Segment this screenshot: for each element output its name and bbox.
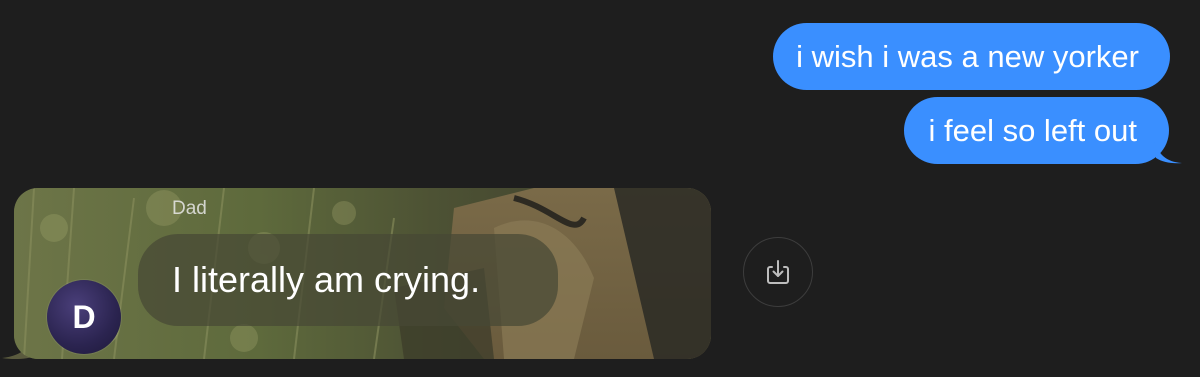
sender-name: Dad	[172, 198, 207, 219]
message-photo-background[interactable]: Dad I literally am crying. D	[14, 188, 711, 359]
outgoing-message-bubble[interactable]: i feel so left out	[904, 97, 1169, 164]
message-text: I literally am crying.	[172, 259, 481, 300]
outgoing-message-bubble[interactable]: i wish i was a new yorker	[773, 23, 1170, 90]
save-button[interactable]	[743, 237, 813, 307]
avatar-initial: D	[72, 298, 96, 335]
message-text: i wish i was a new yorker	[796, 39, 1139, 74]
incoming-message-bubble[interactable]: I literally am crying.	[138, 234, 558, 326]
outgoing-bubble-tail	[1154, 140, 1182, 164]
avatar[interactable]: D	[47, 280, 121, 354]
save-download-icon	[767, 260, 789, 284]
message-text: i feel so left out	[928, 113, 1137, 148]
chat-transcript: i wish i was a new yorker i feel so left…	[0, 0, 1200, 377]
